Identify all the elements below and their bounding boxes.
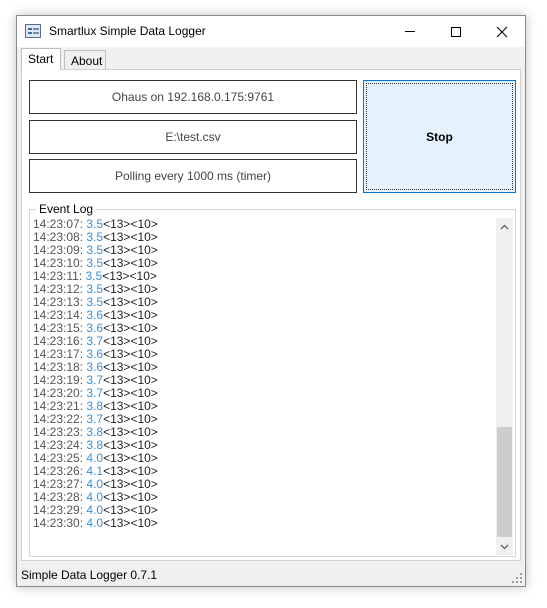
log-value: 3.6 [86, 347, 104, 361]
log-value: 3.5 [86, 256, 104, 270]
log-suffix: <13><10> [103, 464, 158, 478]
event-log-label: Event Log [36, 202, 97, 216]
log-time: 14:23:17: [33, 347, 87, 361]
close-icon [496, 26, 508, 37]
log-suffix: <13><10> [103, 321, 158, 335]
polling-button[interactable]: Polling every 1000 ms (timer) [29, 159, 357, 193]
log-value: 4.0 [86, 477, 104, 491]
log-value: 3.5 [86, 230, 104, 244]
log-value: 3.6 [86, 321, 104, 335]
log-value: 3.7 [86, 412, 104, 426]
file-path-button[interactable]: E:\test.csv [29, 120, 357, 154]
stop-button[interactable]: Stop [363, 80, 516, 193]
scroll-up-button[interactable] [496, 218, 513, 235]
log-suffix: <13><10> [103, 295, 158, 309]
log-suffix: <13><10> [103, 373, 158, 387]
log-suffix: <13><10> [103, 282, 158, 296]
app-icon [25, 24, 41, 38]
log-time: 14:23:20: [33, 386, 87, 400]
log-time: 14:23:16: [33, 334, 87, 348]
log-time: 14:23:25: [33, 451, 87, 465]
log-value: 3.7 [86, 386, 104, 400]
resize-grip-icon[interactable] [510, 571, 522, 583]
minimize-button[interactable] [387, 16, 433, 47]
log-time: 14:23:30: [33, 516, 87, 530]
chevron-up-icon [500, 224, 509, 229]
log-time: 14:23:08: [33, 230, 87, 244]
log-value: 4.0 [86, 451, 104, 465]
log-value: 3.8 [86, 425, 104, 439]
window-title: Smartlux Simple Data Logger [49, 24, 206, 38]
log-value: 4.0 [86, 503, 104, 517]
log-value: 4.0 [86, 490, 104, 504]
event-log-scrollbar[interactable] [496, 218, 513, 555]
log-time: 14:23:19: [33, 373, 87, 387]
log-suffix: <13><10> [103, 451, 158, 465]
log-line: 14:23:30: 4.0<13><10> [33, 517, 495, 530]
log-time: 14:23:15: [33, 321, 87, 335]
log-value: 4.1 [86, 464, 104, 478]
title-bar[interactable]: Smartlux Simple Data Logger [17, 16, 525, 47]
log-time: 14:23:12: [33, 282, 87, 296]
log-suffix: <13><10> [103, 243, 158, 257]
log-time: 14:23:09: [33, 243, 87, 257]
log-suffix: <13><10> [103, 477, 158, 491]
log-time: 14:23:21: [33, 399, 87, 413]
log-value: 3.8 [86, 438, 104, 452]
log-time: 14:23:27: [33, 477, 87, 491]
log-value: 4.0 [86, 516, 104, 530]
scroll-down-button[interactable] [496, 538, 513, 555]
log-time: 14:23:13: [33, 295, 87, 309]
log-value: 3.5 [86, 282, 104, 296]
log-value: 3.5 [86, 243, 104, 257]
maximize-button[interactable] [433, 16, 479, 47]
log-suffix: <13><10> [103, 230, 158, 244]
log-suffix: <13><10> [103, 256, 158, 270]
log-value: 3.7 [86, 373, 104, 387]
log-time: 14:23:10: [33, 256, 87, 270]
status-text: Simple Data Logger 0.7.1 [21, 568, 158, 582]
log-value: 3.7 [86, 334, 104, 348]
log-suffix: <13><10> [103, 490, 158, 504]
log-suffix: <13><10> [103, 386, 158, 400]
log-value: 3.8 [86, 399, 104, 413]
log-suffix: <13><10> [103, 438, 158, 452]
log-suffix: <13><10> [103, 347, 158, 361]
start-tab-panel: Ohaus on 192.168.0.175:9761 E:\test.csv … [21, 69, 521, 561]
log-suffix: <13><10> [103, 425, 158, 439]
log-suffix: <13><10> [103, 412, 158, 426]
log-time: 14:23:22: [33, 412, 87, 426]
close-button[interactable] [479, 16, 525, 47]
minimize-icon [405, 31, 415, 32]
log-value: 3.6 [86, 360, 104, 374]
tab-about[interactable]: About [64, 50, 106, 69]
log-time: 14:23:24: [33, 438, 87, 452]
log-suffix: <13><10> [103, 360, 158, 374]
log-time: 14:23:14: [33, 308, 87, 322]
log-time: 14:23:29: [33, 503, 87, 517]
maximize-icon [451, 26, 461, 37]
log-time: 14:23:26: [33, 464, 87, 478]
log-time: 14:23:11: [33, 269, 86, 283]
log-value: 3.5 [85, 269, 103, 283]
status-bar: Simple Data Logger 0.7.1 [17, 564, 525, 586]
log-suffix: <13><10> [103, 503, 158, 517]
log-value: 3.6 [86, 308, 104, 322]
app-window: Smartlux Simple Data Logger Start About … [16, 15, 526, 587]
log-time: 14:23:28: [33, 490, 87, 504]
log-suffix: <13><10> [103, 516, 158, 530]
connection-button[interactable]: Ohaus on 192.168.0.175:9761 [29, 80, 357, 114]
log-value: 3.5 [86, 295, 104, 309]
log-time: 14:23:23: [33, 425, 87, 439]
tab-start[interactable]: Start [21, 48, 61, 70]
log-suffix: <13><10> [102, 269, 157, 283]
log-suffix: <13><10> [103, 308, 158, 322]
log-time: 14:23:18: [33, 360, 87, 374]
log-suffix: <13><10> [103, 399, 158, 413]
event-log-text[interactable]: 14:23:07: 3.5<13><10> 14:23:08: 3.5<13><1… [33, 218, 495, 554]
log-suffix: <13><10> [103, 334, 158, 348]
scroll-thumb[interactable] [497, 427, 512, 537]
event-log-group: Event Log 14:23:07: 3.5<13><10> 14:23:08:… [29, 202, 516, 557]
chevron-down-icon [500, 544, 509, 549]
